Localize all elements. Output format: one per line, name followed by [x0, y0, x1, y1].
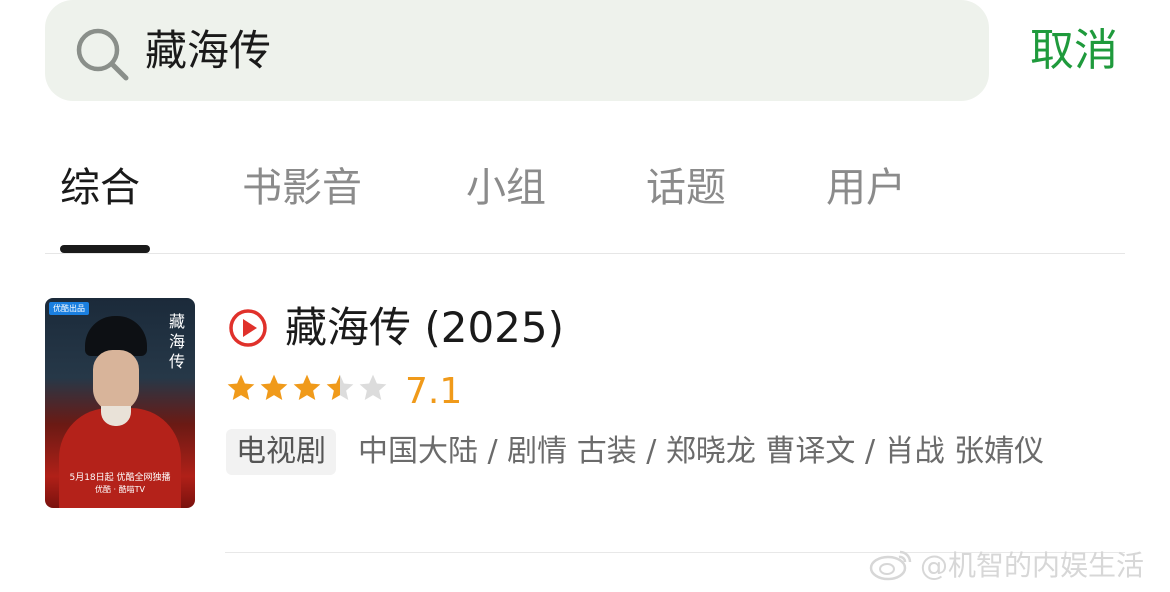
- active-tab-indicator: [60, 245, 150, 253]
- result-meta: 中国大陆 / 剧情 古装 / 郑晓龙 曹译文 / 肖战 张婧仪: [358, 434, 1045, 469]
- empty-star-icon: [359, 374, 387, 400]
- poster-badge: 优酷出品: [49, 302, 89, 315]
- star-icon: [227, 374, 255, 400]
- half-star-icon: [326, 374, 354, 400]
- poster-date: 5月18日起 优酷全网独播: [69, 473, 171, 483]
- result-title[interactable]: 藏海传 (2025): [285, 300, 564, 356]
- star-icon: [293, 374, 321, 400]
- cancel-button[interactable]: 取消: [1030, 22, 1118, 80]
- poster-title: 藏 海 传: [168, 312, 185, 371]
- star-icon: [260, 374, 288, 400]
- tab-all[interactable]: 综合: [60, 160, 140, 216]
- tabs-divider: [45, 253, 1125, 254]
- tab-books-movies-music[interactable]: 书影音: [242, 160, 362, 216]
- watermark-text: @机智的内娱生活: [920, 549, 1145, 582]
- poster-image[interactable]: 优酷出品 藏 海 传 5月18日起 优酷全网独播 优酷 · 酷喵TV: [45, 298, 195, 508]
- rating-score: 7.1: [405, 371, 463, 412]
- tab-groups[interactable]: 小组: [466, 160, 546, 216]
- watermark: @机智的内娱生活: [868, 544, 1144, 584]
- tab-users[interactable]: 用户: [826, 160, 906, 216]
- rating-stars: [225, 372, 390, 408]
- type-tag: 电视剧: [226, 429, 336, 475]
- play-icon: [229, 309, 267, 347]
- poster-brand: 优酷 · 酷喵TV: [95, 485, 145, 494]
- tab-topics[interactable]: 话题: [646, 160, 726, 216]
- weibo-icon: [869, 550, 912, 581]
- search-input[interactable]: 藏海传: [145, 22, 271, 80]
- search-icon: [76, 28, 129, 81]
